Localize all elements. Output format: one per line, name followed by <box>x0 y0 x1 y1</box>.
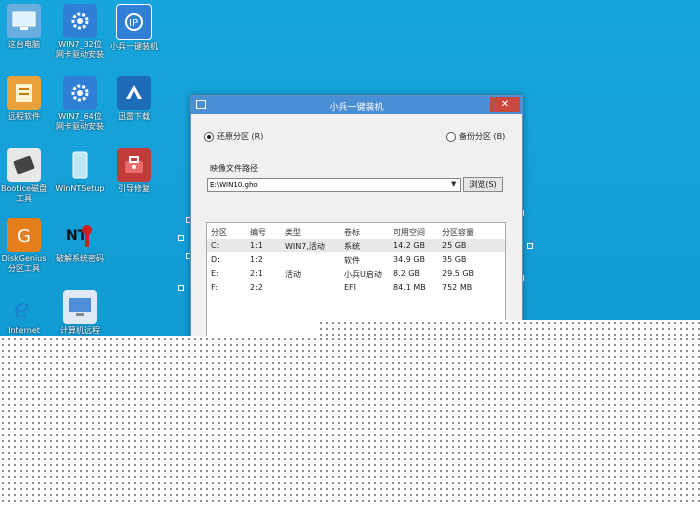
desktop-icon-label: 迅雷下载 <box>118 112 150 121</box>
radio-dot <box>446 131 456 142</box>
table-cell: 小兵U启动 <box>344 270 382 279</box>
table-cell: 14.2 GB <box>393 241 426 250</box>
table-row[interactable]: E: 2:1 活动 小兵U启动 8.2 GB 29.5 GB <box>207 267 505 280</box>
desktop-icon-label: 远程软件 <box>8 112 40 121</box>
window-titlebar[interactable]: 小兵一键装机 ✕ <box>191 96 522 114</box>
table-cell: 活动 <box>285 270 301 279</box>
desktop-icon-remote-software[interactable]: 远程软件 <box>0 76 54 122</box>
table-header-cell: 编号 <box>250 228 266 237</box>
table-cell: 软件 <box>344 256 360 265</box>
svg-text:G: G <box>17 226 31 247</box>
desktop-icon-label: WIN7_64位 网卡驱动安装 <box>56 112 104 131</box>
installer-icon: IP <box>116 4 152 40</box>
computer-icon <box>7 4 41 38</box>
table-header-cell: 分区容量 <box>442 228 474 237</box>
remote-software-icon <box>7 76 41 110</box>
browse-button[interactable]: 浏览(S) <box>463 177 503 192</box>
driver-gear-icon <box>63 4 97 38</box>
winntsetup-icon <box>63 148 97 182</box>
table-cell: WIN7,活动 <box>285 242 325 251</box>
desktop-icon-remote-desktop[interactable]: 计算机远程 <box>50 290 110 336</box>
table-cell: 25 GB <box>442 241 467 250</box>
restore-partition-label: 还原分区 (R) <box>217 132 264 141</box>
remote-desktop-icon <box>63 290 97 324</box>
table-cell: 35 GB <box>442 255 467 264</box>
table-header-cell: 可用空间 <box>393 228 425 237</box>
table-cell: E: <box>211 269 219 278</box>
thunder-icon <box>117 76 151 110</box>
resize-handle <box>178 285 184 291</box>
table-cell: EFI <box>344 283 357 292</box>
table-cell: 84.1 MB <box>393 283 426 292</box>
render-artifact-overlay <box>318 320 700 337</box>
desktop-icon-bootice[interactable]: Bootice磁盘 工具 <box>0 148 54 204</box>
boot-repair-icon <box>117 148 151 182</box>
table-header-cell: 卷标 <box>344 228 360 237</box>
desktop-icon-winntsetup[interactable]: WinNTSetup <box>50 148 110 194</box>
table-row[interactable]: C: 1:1 WIN7,活动 系统 14.2 GB 25 GB <box>207 239 505 252</box>
desktop-icon-internet[interactable]: e Internet <box>0 290 54 336</box>
desktop-icon-thunder[interactable]: 迅雷下载 <box>104 76 164 122</box>
desktop-icon-boot-repair[interactable]: 引导修复 <box>104 148 164 194</box>
desktop-icon-label: DiskGenius 分区工具 <box>1 254 47 273</box>
desktop-icon-win7-64-driver[interactable]: WIN7_64位 网卡驱动安装 <box>50 76 110 132</box>
desktop-icon-password-crack[interactable]: NT 破解系统密码 <box>50 218 110 264</box>
image-path-label: 映像文件路径 <box>210 164 258 173</box>
table-cell: 1:2 <box>250 255 263 264</box>
radio-dot <box>204 131 214 142</box>
table-cell: C: <box>211 241 220 250</box>
backup-partition-radio[interactable]: 备份分区 (B) <box>446 131 505 142</box>
svg-text:IP: IP <box>129 18 138 29</box>
ie-icon: e <box>7 290 41 324</box>
desktop-icon-xiaobing-installer[interactable]: IP 小兵一键装机 <box>104 4 164 52</box>
table-cell: 752 MB <box>442 283 473 292</box>
table-cell: 1:1 <box>250 241 263 250</box>
table-header-row: 分区 编号 类型 卷标 可用空间 分区容量 <box>207 225 505 238</box>
resize-handle <box>527 243 533 249</box>
desktop-icon-win7-32-driver[interactable]: WIN7_32位 网卡驱动安装 <box>50 4 110 60</box>
table-cell: 系统 <box>344 242 360 251</box>
table-header-cell: 类型 <box>285 228 301 237</box>
driver-gear-icon <box>63 76 97 110</box>
password-crack-icon: NT <box>63 218 97 252</box>
table-header-cell: 分区 <box>211 228 227 237</box>
backup-partition-label: 备份分区 (B) <box>459 132 506 141</box>
desktop-icon-label: 小兵一键装机 <box>110 42 158 51</box>
desktop-icon-label: 这台电脑 <box>8 40 40 49</box>
window-title: 小兵一键装机 <box>329 103 384 113</box>
desktop-icon-label: Internet <box>8 326 40 335</box>
image-path-input[interactable]: E:\WIN10.gho <box>207 178 461 192</box>
render-artifact-overlay <box>0 336 700 505</box>
table-cell: 2:1 <box>250 269 263 278</box>
table-row[interactable]: F: 2:2 EFI 84.1 MB 752 MB <box>207 281 505 294</box>
desktop-icon-this-pc[interactable]: 这台电脑 <box>0 4 54 50</box>
chevron-down-icon[interactable]: ▼ <box>451 180 459 190</box>
restore-partition-radio[interactable]: 还原分区 (R) <box>204 131 263 142</box>
desktop-icon-label: 破解系统密码 <box>56 254 104 263</box>
table-cell: 2:2 <box>250 283 263 292</box>
resize-handle <box>178 235 184 241</box>
table-row[interactable]: D: 1:2 软件 34.9 GB 35 GB <box>207 253 505 266</box>
close-button[interactable]: ✕ <box>490 97 520 112</box>
diskgenius-icon: G <box>7 218 41 252</box>
desktop-icon-label: Bootice磁盘 工具 <box>1 184 47 203</box>
table-cell: 29.5 GB <box>442 269 475 278</box>
table-cell: 34.9 GB <box>393 255 426 264</box>
svg-text:e: e <box>14 294 29 322</box>
table-cell: D: <box>211 255 220 264</box>
bootice-icon <box>7 148 41 182</box>
desktop-icon-diskgenius[interactable]: G DiskGenius 分区工具 <box>0 218 54 274</box>
desktop-icon-label: WinNTSetup <box>55 184 105 193</box>
desktop-icon-label: 计算机远程 <box>60 326 100 335</box>
table-cell: 8.2 GB <box>393 269 420 278</box>
desktop-icon-label: 引导修复 <box>118 184 150 193</box>
desktop-icon-label: WIN7_32位 网卡驱动安装 <box>56 40 104 59</box>
table-cell: F: <box>211 283 218 292</box>
